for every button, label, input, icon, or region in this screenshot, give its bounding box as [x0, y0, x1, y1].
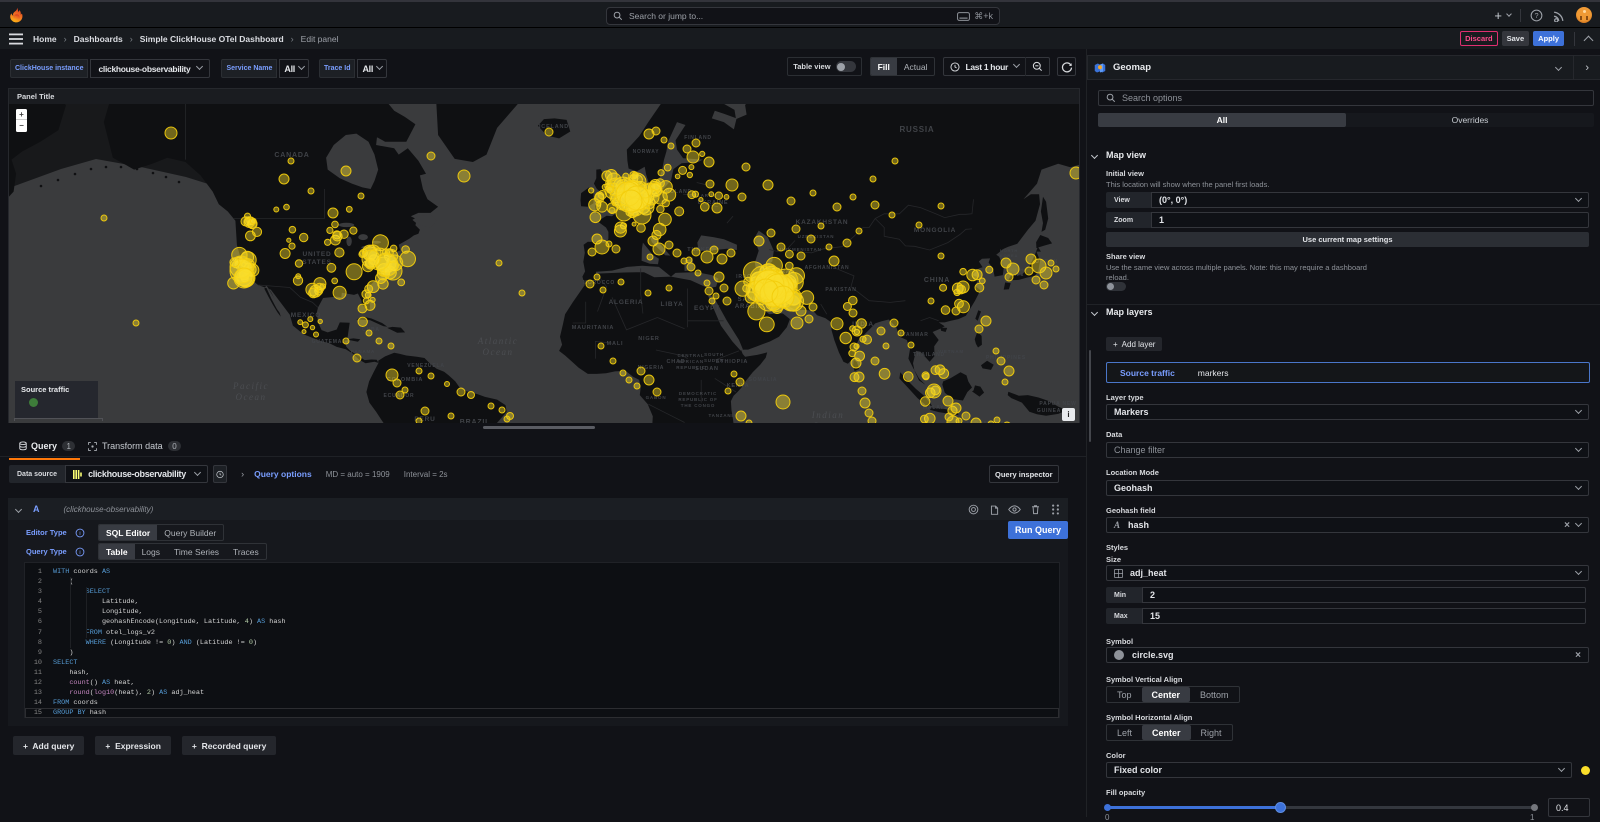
- svg-text:ALGERIA: ALGERIA: [609, 299, 644, 306]
- svg-text:NORWAY: NORWAY: [633, 149, 660, 155]
- svg-text:CENTRAL: CENTRAL: [677, 353, 704, 358]
- svg-text:?: ?: [1534, 11, 1538, 20]
- svg-text:GUINEA: GUINEA: [1037, 408, 1061, 414]
- svg-text:RUSSIA: RUSSIA: [899, 125, 934, 134]
- svg-text:UNITED: UNITED: [303, 251, 332, 258]
- svg-text:SOUTH: SOUTH: [704, 352, 724, 357]
- svg-text:MALI: MALI: [607, 341, 624, 347]
- svg-text:REPUBLIC: REPUBLIC: [676, 365, 705, 370]
- svg-text:REPUBLIC OF: REPUBLIC OF: [678, 397, 717, 402]
- svg-text:Pacific: Pacific: [232, 381, 269, 391]
- svg-text:MEXICO: MEXICO: [291, 312, 321, 319]
- svg-text:i: i: [79, 550, 80, 556]
- svg-text:LIBYA: LIBYA: [661, 301, 684, 308]
- svg-text:MAURITANIA: MAURITANIA: [572, 325, 614, 331]
- svg-text:PHILIPPINES: PHILIPPINES: [986, 355, 1026, 361]
- svg-text:VIETNAM: VIETNAM: [938, 349, 964, 354]
- svg-text:Ocean: Ocean: [483, 347, 514, 357]
- svg-text:EGYPT: EGYPT: [694, 305, 720, 312]
- svg-text:i: i: [79, 531, 80, 537]
- svg-text:Ocean: Ocean: [236, 392, 267, 402]
- svg-text:DEMOCRATIC: DEMOCRATIC: [679, 391, 717, 396]
- svg-text:UZBEKISTAN: UZBEKISTAN: [798, 234, 835, 239]
- svg-text:TANZANIA: TANZANIA: [708, 413, 737, 418]
- svg-text:PAKISTAN: PAKISTAN: [825, 287, 856, 293]
- svg-text:SUDAN: SUDAN: [704, 358, 724, 363]
- svg-text:CHINA: CHINA: [924, 277, 950, 284]
- svg-text:SOMALIA: SOMALIA: [749, 377, 778, 383]
- svg-text:Atlantic: Atlantic: [477, 336, 519, 346]
- svg-text:BRAZIL: BRAZIL: [460, 419, 490, 423]
- svg-text:STATES: STATES: [302, 259, 331, 266]
- svg-text:NIGER: NIGER: [638, 336, 659, 342]
- svg-text:Ocean: Ocean: [813, 421, 844, 423]
- svg-text:KOREA: KOREA: [1000, 253, 1018, 258]
- svg-text:AFGHANISTAN: AFGHANISTAN: [805, 265, 850, 271]
- svg-text:PAPUA NEW: PAPUA NEW: [1039, 401, 1076, 407]
- svg-text:THE CONGO: THE CONGO: [681, 403, 715, 408]
- svg-text:Indian: Indian: [811, 410, 845, 420]
- svg-text:ICELAND: ICELAND: [539, 124, 569, 130]
- svg-text:PANAMA: PANAMA: [351, 349, 375, 354]
- svg-text:AFRICAN: AFRICAN: [678, 359, 704, 364]
- svg-text:VENEZUELA: VENEZUELA: [407, 363, 444, 369]
